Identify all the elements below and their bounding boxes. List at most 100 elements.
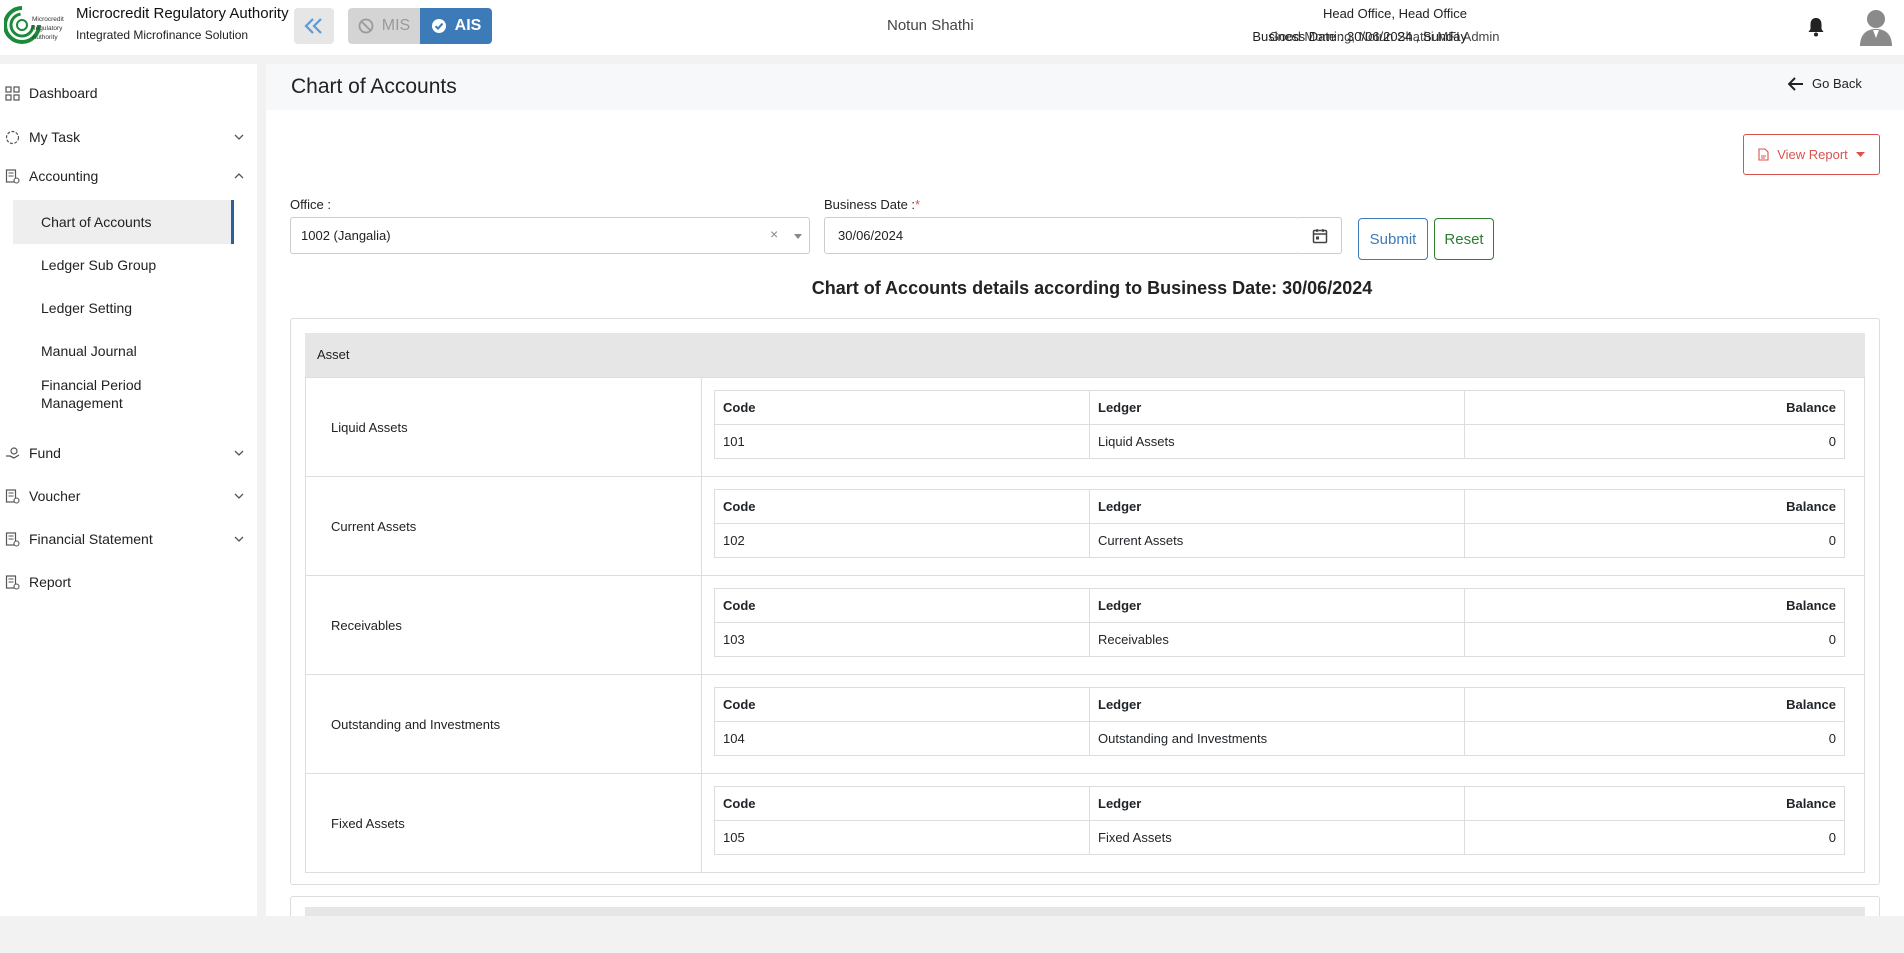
- col-ledger: Ledger: [1089, 786, 1465, 821]
- ledger-table: Code Ledger Balance 104 Outstanding and Inv…: [714, 687, 1845, 756]
- cell-balance: 0: [1464, 820, 1845, 855]
- voucher-icon: [5, 488, 20, 504]
- main-content: Chart of Accounts Go Back View Report Of…: [266, 64, 1904, 916]
- sidebar-item-accounting[interactable]: Accounting: [0, 161, 257, 191]
- col-balance: Balance: [1464, 390, 1845, 425]
- sidebar-item-my-task[interactable]: My Task: [0, 122, 257, 152]
- sidebar-item-voucher[interactable]: Voucher: [0, 481, 257, 511]
- chevron-down-icon: [234, 536, 244, 542]
- view-report-button[interactable]: View Report: [1743, 134, 1880, 175]
- chevron-down-icon: [234, 450, 244, 456]
- chevron-down-icon: [234, 134, 244, 140]
- sidebar-subitem-chart-of-accounts[interactable]: Chart of Accounts: [13, 200, 234, 244]
- ban-icon: [358, 18, 374, 34]
- mra-logo: Microcredit Regulatory Authority: [4, 6, 64, 44]
- sidebar-subitem-ledger-setting[interactable]: Ledger Setting: [13, 287, 234, 329]
- col-code: Code: [714, 687, 1090, 722]
- sidebar-item-label: Fund: [29, 445, 61, 461]
- subgroup-name: Liquid Assets: [331, 420, 408, 435]
- sidebar-collapse-button[interactable]: [294, 8, 334, 44]
- view-report-label: View Report: [1777, 147, 1848, 162]
- sidebar-subitem-manual-journal[interactable]: Manual Journal: [13, 330, 234, 372]
- col-ledger: Ledger: [1089, 489, 1465, 524]
- sidebar-item-dashboard[interactable]: Dashboard: [0, 78, 257, 108]
- sidebar-item-label: Dashboard: [29, 85, 98, 101]
- cell-code: 102: [714, 523, 1090, 558]
- page-header: Chart of Accounts Go Back: [266, 64, 1904, 110]
- office-select-value: 1002 (Jangalia): [301, 228, 391, 243]
- submit-button[interactable]: Submit: [1358, 218, 1428, 260]
- col-code: Code: [714, 786, 1090, 821]
- office-label: Office :: [290, 197, 331, 212]
- col-ledger: Ledger: [1089, 390, 1465, 425]
- business-date-input[interactable]: 30/06/2024: [824, 217, 1299, 254]
- cell-ledger: Receivables: [1089, 622, 1465, 657]
- sidebar-item-label: Financial Statement: [29, 531, 153, 547]
- user-avatar-icon[interactable]: [1858, 6, 1894, 46]
- business-date-value: 30/06/2024: [838, 228, 904, 243]
- subgroup-name: Current Assets: [331, 519, 417, 534]
- chevron-down-icon[interactable]: [794, 234, 802, 239]
- go-back-label: Go Back: [1812, 76, 1862, 91]
- cell-code: 103: [714, 622, 1090, 657]
- reset-button[interactable]: Reset: [1434, 218, 1494, 260]
- col-ledger: Ledger: [1089, 588, 1465, 623]
- logo-text-2: Regulatory: [31, 25, 63, 32]
- subgroup-row: Current Assets Code Ledger Balance 102 Curr…: [305, 477, 1865, 576]
- table-row: 103 Receivables 0: [714, 622, 1845, 657]
- double-chevron-left-icon: [304, 18, 322, 34]
- cell-code: 105: [714, 820, 1090, 855]
- office-info: Head Office, Head Office: [1322, 6, 1467, 21]
- chevron-down-icon: [234, 493, 244, 499]
- ais-label: AIS: [454, 17, 482, 34]
- required-marker: *: [915, 197, 921, 212]
- sidebar-item-financial-statement[interactable]: Financial Statement: [0, 524, 257, 554]
- col-balance: Balance: [1464, 588, 1845, 623]
- task-icon: [5, 130, 20, 144]
- sidebar-item-label: Report: [29, 574, 72, 590]
- subgroup-row: Outstanding and Investments Code Ledger Ba…: [305, 675, 1865, 774]
- chart-of-accounts-card: Asset Liquid Assets Code Ledger Balance 10…: [290, 318, 1880, 885]
- cell-ledger: Outstanding and Investments: [1089, 721, 1465, 756]
- clear-selection-icon[interactable]: ×: [770, 226, 778, 242]
- table-row: 104 Outstanding and Investments 0: [714, 721, 1845, 756]
- logo-text-3: Authority: [32, 34, 58, 41]
- go-back-button[interactable]: Go Back: [1788, 76, 1862, 91]
- subgroup-name: Receivables: [331, 618, 402, 633]
- sidebar-subitem-financial-period-management[interactable]: Financial Period Management: [13, 372, 234, 416]
- report-icon: [5, 574, 20, 590]
- calendar-button[interactable]: [1298, 217, 1342, 254]
- fund-icon: [6, 446, 20, 459]
- top-header: Microcredit Regulatory Authority Microcr…: [0, 0, 1904, 55]
- details-heading: Chart of Accounts details according to B…: [811, 278, 1373, 298]
- office-select[interactable]: 1002 (Jangalia) ×: [290, 217, 810, 254]
- table-row: 105 Fixed Assets 0: [714, 820, 1845, 855]
- ais-mode-button[interactable]: AIS: [420, 8, 492, 44]
- bell-icon[interactable]: [1806, 16, 1826, 38]
- cell-ledger: Liquid Assets: [1089, 424, 1465, 459]
- check-circle-icon: [431, 19, 446, 33]
- business-date-label-text: Business Date :: [824, 197, 916, 212]
- pdf-file-icon: [1758, 148, 1769, 161]
- brand-subtitle: Integrated Microfinance Solution: [76, 28, 249, 42]
- subgroup-row: Fixed Assets Code Ledger Balance 105 Fixed …: [305, 774, 1865, 873]
- mis-mode-button[interactable]: MIS: [348, 8, 420, 44]
- subgroup-row: Receivables Code Ledger Balance 103 Receiva…: [305, 576, 1865, 675]
- business-date-label: Business Date :*: [824, 197, 920, 212]
- table-row: 101 Liquid Assets 0: [714, 424, 1845, 459]
- sidebar-item-label: Voucher: [29, 488, 81, 504]
- statement-icon: [5, 531, 20, 547]
- chevron-up-icon: [234, 173, 244, 179]
- sidebar-subitem-ledger-sub-group[interactable]: Ledger Sub Group: [13, 244, 234, 286]
- group-name: Asset: [317, 347, 350, 362]
- subgroup-row: Liquid Assets Code Ledger Balance 101 Liqui…: [305, 378, 1865, 477]
- cell-code: 104: [714, 721, 1090, 756]
- ledger-table: Code Ledger Balance 102 Current Assets 0: [714, 489, 1845, 558]
- organization-name: Notun Shathi: [887, 17, 974, 34]
- sidebar-item-fund[interactable]: Fund: [0, 438, 257, 468]
- sidebar-item-report[interactable]: Report: [0, 567, 257, 597]
- col-balance: Balance: [1464, 786, 1845, 821]
- next-group-header: [305, 907, 1865, 916]
- cell-code: 101: [714, 424, 1090, 459]
- accounting-icon: [5, 168, 20, 184]
